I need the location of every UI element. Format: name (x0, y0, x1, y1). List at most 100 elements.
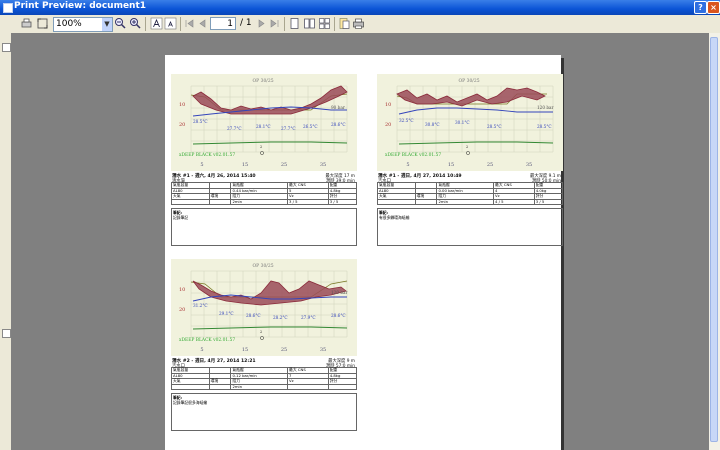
o2-marker-icon: 2 (260, 145, 264, 155)
chevron-down-icon[interactable]: ▼ (102, 18, 112, 31)
temperature-label: 28.6°C (246, 313, 261, 318)
dive-notes: 筆記: 有很多鱗環海蛞蝓 (377, 208, 563, 246)
dive-profile-svg: OP 30/25 10 20 31.2°C 29.1°C 28.6°C 28.2°C 2… (179, 263, 348, 353)
fullscreen-icon[interactable] (36, 17, 49, 30)
font-smaller-icon[interactable] (164, 17, 177, 30)
depth-label-20: 20 (179, 307, 185, 313)
close-button[interactable]: × (707, 1, 720, 14)
bar-label: 120 bar (331, 290, 348, 295)
toolbar-separator (334, 17, 335, 31)
temperature-line (398, 107, 553, 115)
dive-profile-plot: OP 30/25 10 20 28.5°C 27.7°C 28.1°C 27.7°C 2… (171, 74, 357, 171)
dive-profile-plot: OP 30/25 10 20 32.5°C 30.8°C 30.1°C 28.5°C 2… (377, 74, 563, 171)
time-tick: 5 (406, 162, 409, 168)
page-number-input[interactable]: 1 (210, 17, 236, 30)
table-cell (414, 198, 438, 205)
temperature-label: 27.9°C (301, 315, 316, 320)
table-cell (287, 383, 329, 390)
table-cell (208, 383, 232, 390)
dive-profile-svg: OP 30/25 10 20 28.5°C 27.7°C 28.1°C 27.7°C 2… (179, 78, 348, 168)
table-cell (377, 198, 416, 205)
o2-marker-icon: 2 (260, 330, 264, 340)
previous-page-icon[interactable] (196, 17, 209, 30)
temperature-label: 27.7°C (227, 126, 242, 131)
preview-viewport[interactable]: OP 30/25 10 20 28.5°C 27.7°C 28.1°C 27.7°C 2… (11, 33, 709, 450)
temperature-label: 30.8°C (425, 122, 440, 127)
page-setup-icon[interactable] (338, 17, 351, 30)
device-label: xDEEP BLACK v02.01.57 (179, 338, 235, 343)
temperature-label: 28.6°C (331, 122, 346, 127)
depth-profile (192, 85, 348, 115)
temperature-label: 30.1°C (455, 120, 470, 125)
gas-pressure-line (192, 141, 348, 145)
app-icon (3, 3, 13, 13)
dive-details-table: 氣瓶容量 氣瓶壓 最大 CNS 配重 AL80 0.44 bar/min 5 4.8kg 天氣環… (171, 182, 358, 205)
zoom-select[interactable]: 100% ▼ (53, 17, 113, 32)
toolbar-separator (284, 17, 285, 31)
zoom-in-icon[interactable] (129, 17, 142, 30)
toolbar: 100% ▼ 1 / 1 (0, 15, 720, 34)
depth-label-10: 10 (179, 102, 185, 108)
svg-text:2: 2 (260, 330, 262, 334)
plot-title: OP 30/25 (458, 78, 479, 84)
bar-label: 120 bar (537, 105, 554, 110)
table-cell: 3 / 5 (533, 198, 564, 205)
time-tick: 15 (242, 347, 248, 353)
depth-label-20: 20 (385, 122, 391, 128)
table-cell (171, 383, 210, 390)
table-cell: 2min (436, 198, 495, 205)
printer-icon[interactable] (352, 17, 365, 30)
notes-line: 記錄筆記 (173, 215, 189, 220)
depth-label-10: 10 (385, 102, 391, 108)
time-tick: 5 (200, 162, 203, 168)
table-cell (208, 198, 232, 205)
zoom-out-icon[interactable] (114, 17, 127, 30)
table-row: 2min 4 / 53 / 5 (377, 198, 564, 205)
dive-notes: 筆記: 記錄筆記很多海蛞蝓 (171, 393, 357, 431)
plot-title: OP 30/25 (252, 263, 273, 269)
dive-profile-plot: OP 30/25 10 20 31.2°C 29.1°C 28.6°C 28.2°C 2… (171, 259, 357, 356)
single-page-icon[interactable] (288, 17, 301, 30)
last-page-icon[interactable] (268, 17, 281, 30)
notes-line: 記錄筆記很多海蛞蝓 (173, 400, 208, 405)
temperature-label: 26.5°C (303, 124, 318, 129)
temperature-label: 31.2°C (193, 303, 208, 308)
dive-details-table: 氣瓶容量 氣瓶壓 最大 CNS 配重 AL80 0.12 bar/min 7 4.8kg 天氣環… (171, 367, 358, 390)
time-tick: 35 (320, 347, 326, 353)
edge-marker (2, 329, 11, 338)
vertical-scrollbar[interactable] (709, 33, 720, 450)
gas-pressure-line (398, 141, 554, 145)
svg-text:2: 2 (466, 145, 468, 149)
edge-marker (2, 43, 11, 52)
time-tick: 25 (281, 347, 287, 353)
two-page-icon[interactable] (303, 17, 316, 30)
toolbar-separator (145, 17, 146, 31)
time-tick: 5 (200, 347, 203, 353)
table-cell: 3 / 5 (327, 198, 358, 205)
dive-details-table: 氣瓶容量 氣瓶壓 最大 CNS 配重 AL80 0.00 bar/min 4 4.0kg 天氣環… (377, 182, 564, 205)
plot-title: OP 30/25 (252, 78, 273, 84)
scrollbar-thumb[interactable] (710, 37, 718, 442)
help-button[interactable]: ? (694, 1, 707, 14)
time-tick: 25 (487, 162, 493, 168)
time-tick: 15 (242, 162, 248, 168)
table-cell (171, 198, 210, 205)
print-icon[interactable] (20, 17, 33, 30)
svg-text:2: 2 (260, 145, 262, 149)
four-page-icon[interactable] (318, 17, 331, 30)
bar-label: 90 bar (331, 105, 345, 110)
font-larger-icon[interactable] (150, 17, 163, 30)
depth-label-20: 20 (179, 122, 185, 128)
next-page-icon[interactable] (255, 17, 268, 30)
table-cell: 3 / 5 (287, 198, 329, 205)
temperature-label: 28.6°C (331, 313, 346, 318)
time-tick: 35 (526, 162, 532, 168)
time-tick: 35 (320, 162, 326, 168)
table-cell (327, 383, 358, 390)
device-label: xDEEP BLACK v02.01.57 (179, 153, 235, 158)
table-row: 2min 3 / 53 / 5 (171, 198, 358, 205)
preview-page: OP 30/25 10 20 28.5°C 27.7°C 28.1°C 27.7°C 2… (165, 55, 564, 450)
depth-label-10: 10 (179, 287, 185, 293)
table-cell: 2min (230, 383, 289, 390)
first-page-icon[interactable] (183, 17, 196, 30)
